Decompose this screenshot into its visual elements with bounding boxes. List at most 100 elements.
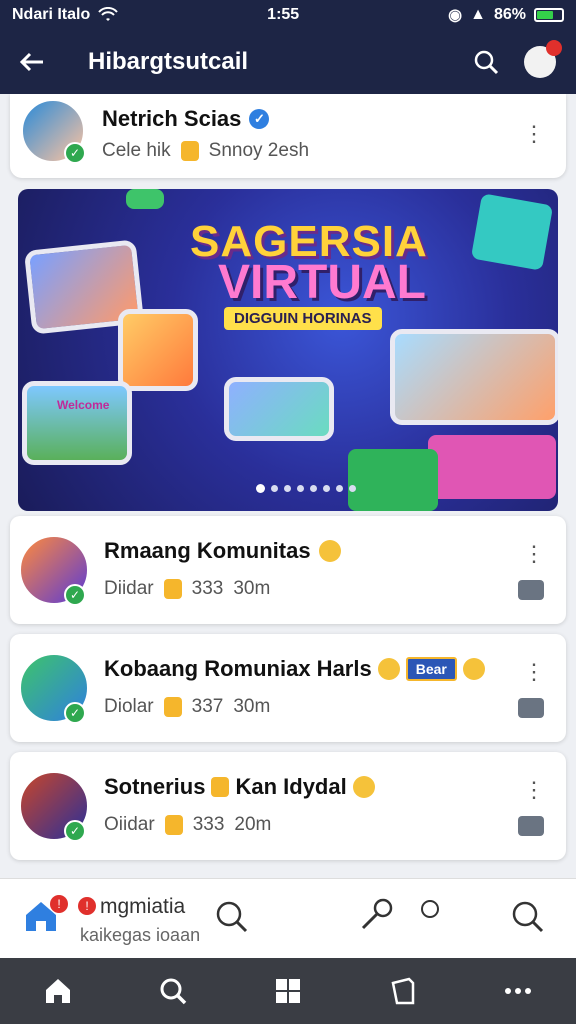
banner-screen-right [390, 329, 558, 425]
coin-icon [164, 815, 183, 835]
share-icon[interactable] [518, 580, 544, 600]
online-badge-icon: ✓ [64, 820, 86, 842]
carousel-dot[interactable] [310, 485, 317, 492]
post-title: Kobaang Romuniax Harls [104, 656, 372, 681]
profile-name: Netrich Scias [102, 106, 242, 131]
banner-screen-center [118, 309, 198, 391]
smile-emoji-icon [352, 776, 375, 798]
grid-icon [275, 979, 300, 1003]
kebab-menu-icon[interactable]: ⋮ [522, 776, 546, 804]
clock: 1:55 [267, 6, 300, 23]
list-item[interactable]: ✓ Rmaang Komunitas Diidar 333 30m ⋮ [10, 516, 566, 624]
promo-banner[interactable]: Welcome SAGERSIA VIRTUAL DIGGUIN HORINAS [18, 189, 558, 511]
post-count: 337 [191, 696, 224, 717]
back-arrow-icon[interactable] [16, 46, 48, 78]
banner-table [428, 435, 556, 499]
wifi-icon [98, 7, 118, 21]
more-icon [505, 988, 532, 994]
info-icon[interactable] [410, 889, 450, 929]
post-title: Sotnerius [104, 774, 206, 799]
post-time: 30m [233, 696, 271, 717]
search-icon[interactable] [508, 897, 548, 937]
search-icon [474, 50, 499, 75]
laugh-emoji-icon [462, 658, 485, 680]
profile-meta-right: Snnoy 2esh [208, 140, 310, 161]
battery-percent: 86% [493, 6, 526, 23]
post-author: Diolar [104, 696, 154, 717]
banner-cube-teal [470, 193, 554, 271]
profile-card[interactable]: ✓ Netrich Scias ✓ Cele hik Snnoy 2esh ⋮ [10, 94, 566, 178]
pen-icon[interactable] [356, 895, 396, 935]
online-badge-icon: ✓ [64, 702, 86, 724]
share-icon[interactable] [518, 698, 544, 718]
notification-badge: ! [78, 897, 96, 915]
home-badge: ! [50, 895, 68, 913]
magnifier-icon[interactable] [212, 897, 252, 937]
carousel-dot[interactable] [297, 485, 304, 492]
status-bar: Ndari Italo 1:55 ◉ ▲ 86% [0, 0, 576, 30]
post-time: 20m [234, 814, 272, 835]
search-button[interactable] [466, 42, 506, 82]
page-title: Hibargtsutcail [88, 48, 249, 75]
post-title-suffix: Kan Idydal [235, 774, 347, 799]
banner-screen-bottom-left: Welcome [22, 381, 132, 465]
list-item[interactable]: ✓ Sotnerius Kan Idydal Oiidar 333 20m ⋮ [10, 752, 566, 860]
coin-icon [211, 777, 230, 797]
footer-label: mgmiatia [100, 895, 186, 918]
coin-icon [163, 697, 182, 717]
home-icon [45, 979, 70, 1003]
book-icon [391, 977, 415, 1005]
signal-icon: ▲ [470, 6, 486, 23]
post-badge: Bear [405, 657, 457, 681]
online-badge-icon: ✓ [64, 142, 86, 164]
kebab-menu-icon[interactable]: ⋮ [522, 658, 546, 686]
feed: ✓ Netrich Scias ✓ Cele hik Snnoy 2esh ⋮ … [0, 94, 576, 878]
footer-action-bar: ! ! mgmiatia kaikegas ioaan [0, 878, 576, 958]
app-bar: Hibargtsutcail [0, 30, 576, 94]
avatar [524, 40, 562, 78]
carousel-dot[interactable] [336, 485, 343, 492]
coin-icon [163, 579, 182, 599]
coin-icon [180, 141, 199, 161]
notification-dot [546, 40, 562, 56]
share-icon[interactable] [518, 816, 544, 836]
carousel-dot[interactable] [323, 485, 330, 492]
online-badge-icon: ✓ [64, 584, 86, 606]
banner-tagline: DIGGUIN HORINAS [224, 307, 382, 330]
carousel-dot[interactable] [284, 485, 291, 492]
banner-subtitle: VIRTUAL [218, 256, 426, 309]
notification-avatar-button[interactable] [520, 40, 562, 82]
banner-floor [348, 449, 438, 511]
post-title: Rmaang Komunitas [104, 538, 311, 563]
post-author: Oiidar [104, 814, 155, 835]
bottom-navigation [0, 958, 576, 1024]
post-count: 333 [192, 814, 225, 835]
banner-screen-middle [224, 377, 334, 441]
nav-home-button[interactable] [34, 967, 82, 1015]
carousel-dots[interactable] [256, 484, 356, 493]
smile-emoji-icon [377, 658, 400, 680]
carousel-dot[interactable] [271, 485, 278, 492]
location-icon: ◉ [448, 7, 463, 24]
kebab-menu-icon[interactable]: ⋮ [522, 540, 546, 568]
carousel-dot[interactable] [349, 485, 356, 492]
nav-book-button[interactable] [379, 967, 427, 1015]
search-icon [160, 978, 187, 1005]
footer-sublabel: kaikegas ioaan [80, 925, 201, 945]
list-item[interactable]: ✓ Kobaang Romuniax Harls Bear Diolar 337… [10, 634, 566, 742]
post-count: 333 [191, 578, 224, 599]
nav-grid-button[interactable] [264, 967, 312, 1015]
profile-meta-left: Cele hik [102, 140, 171, 161]
carrier-label: Ndari Italo [12, 6, 91, 23]
post-author: Diidar [104, 578, 154, 599]
nav-search-button[interactable] [149, 967, 197, 1015]
kebab-menu-icon[interactable]: ⋮ [522, 120, 546, 148]
banner-screen-sign: Welcome [57, 398, 110, 412]
battery-icon [533, 8, 564, 22]
banner-cube-green [126, 189, 164, 209]
nav-more-button[interactable] [494, 967, 542, 1015]
carousel-dot[interactable] [256, 484, 265, 493]
verified-icon: ✓ [249, 109, 270, 129]
smile-emoji-icon [318, 540, 341, 562]
post-time: 30m [233, 578, 271, 599]
